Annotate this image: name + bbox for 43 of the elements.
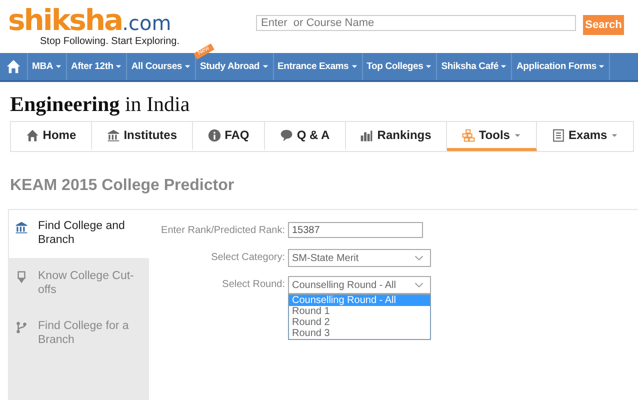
- info-icon: [208, 128, 221, 142]
- section-heading: KEAM 2015 College Predictor: [9, 176, 236, 196]
- building-icon: [106, 128, 120, 142]
- field-label: Enter Rank/Predicted Rank:: [160, 224, 285, 238]
- tab[interactable]: Home: [11, 122, 92, 151]
- tab[interactable]: Exams: [536, 122, 634, 151]
- logo[interactable]: shiksha.com Stop Following. Start Exploring.: [8, 6, 180, 47]
- tab[interactable]: Institutes: [92, 122, 193, 151]
- dropdown-option[interactable]: Round 2: [289, 317, 430, 328]
- dropdown-option[interactable]: Round 1: [289, 306, 430, 317]
- document-icon: [552, 128, 565, 142]
- nav-menu-item[interactable]: All Courses: [127, 53, 195, 80]
- rank-input[interactable]: 15387: [288, 222, 423, 238]
- nav-menu-item[interactable]: Application Forms: [512, 53, 610, 80]
- chevron-icon: [414, 253, 424, 263]
- dropdown-option[interactable]: Counselling Round - All: [289, 295, 430, 306]
- select-dropdown[interactable]: Counselling Round - All: [288, 276, 431, 294]
- nav-menu-item[interactable]: Shiksha Café: [437, 53, 512, 80]
- ribbon-icon: [15, 271, 28, 284]
- chevron-icon: [414, 280, 424, 290]
- dropdown-option[interactable]: Round 3: [289, 328, 430, 339]
- home-icon: [26, 128, 39, 142]
- branch-icon: [15, 321, 28, 334]
- field-label: Select Round:: [221, 278, 285, 292]
- nav-menu-item[interactable]: Top Colleges: [362, 53, 436, 80]
- bar-chart-icon: [360, 128, 374, 142]
- tab[interactable]: Rankings: [346, 122, 448, 151]
- speech-bubble-icon: [280, 128, 293, 142]
- field-label: Select Category:: [210, 251, 285, 265]
- page-title: Engineering in India: [9, 91, 191, 118]
- tab[interactable]: Tools: [447, 122, 537, 151]
- tab[interactable]: FAQ: [192, 122, 266, 151]
- search-field[interactable]: Enter or Course Name: [256, 15, 576, 31]
- boxes-icon: [462, 128, 475, 142]
- tab[interactable]: Q & A: [265, 122, 346, 151]
- nav-menu-item[interactable]: Study Abroad: [196, 53, 273, 80]
- nav-menu-item[interactable]: Entrance Exams: [274, 53, 362, 80]
- nav-menu-item[interactable]: MBA: [28, 53, 66, 80]
- sidebar-item[interactable]: Find College and Branch: [9, 210, 149, 258]
- home-icon: [6, 59, 21, 74]
- select-dropdown[interactable]: SM-State Merit: [288, 249, 431, 267]
- building-icon: [15, 221, 28, 234]
- nav-menu-item[interactable]: After 12th: [67, 53, 126, 80]
